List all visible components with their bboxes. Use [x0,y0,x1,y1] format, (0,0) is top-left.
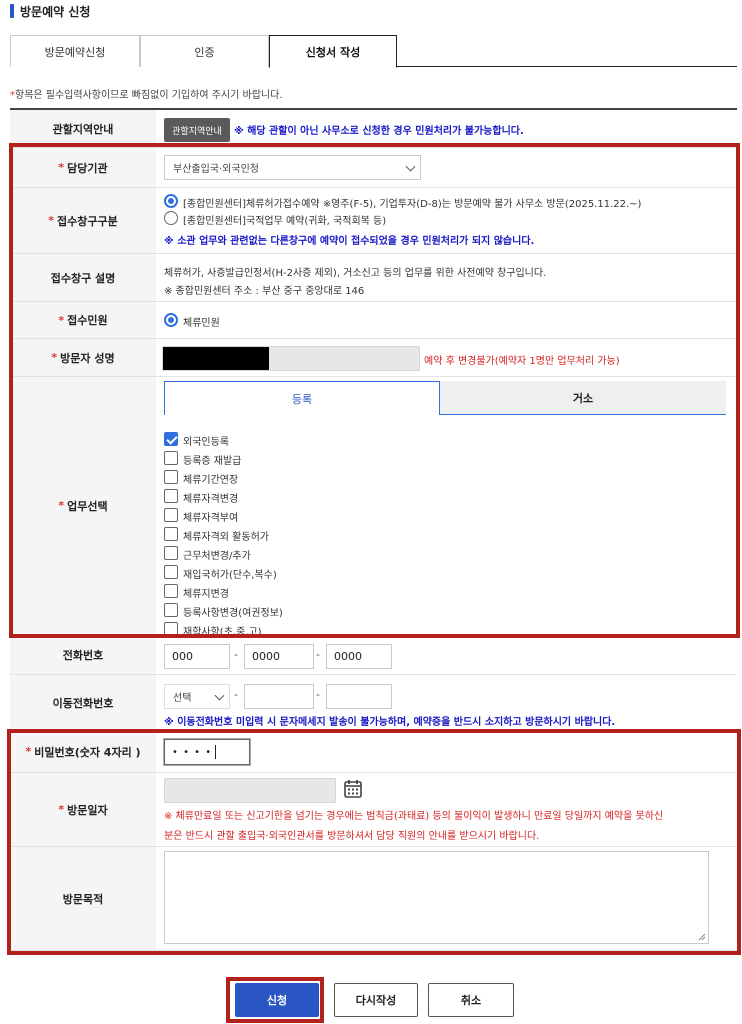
radio-window-residence[interactable] [164,194,178,208]
window-desc-line1: 체류허가, 사증발급인정서(H-2사증 제외), 거소신고 등의 업무를 위한 … [164,268,547,279]
phone-sep: - [234,648,238,661]
tab-auth[interactable]: 인증 [140,35,269,67]
tab-visit-reservation[interactable]: 방문예약신청 [10,35,140,67]
work-checkbox[interactable] [164,603,178,617]
rewrite-button[interactable]: 다시작성 [334,983,418,1017]
work-checkbox[interactable] [164,565,178,579]
mobile-prefix-select[interactable]: 선택 [164,684,230,709]
mobile-part2-input[interactable] [244,684,314,709]
label-jurisdiction: 관할지역안내 [10,110,156,147]
work-checkbox-label: 외국인등록 [183,437,229,448]
work-checkbox[interactable] [164,584,178,598]
row-window-type: * 접수창구구분 [종합민원센터]체류허가접수예약 ※영주(F-5), 기업투자(… [10,188,737,254]
page-title-text: 방문예약 신청 [20,4,91,19]
row-civil: * 접수민원 체류민원 [10,302,737,339]
label-agency: * 담당기관 [10,148,156,187]
radio-civil-residence-label: 체류민원 [183,318,220,329]
phone-part3-input[interactable]: 0000 [326,644,392,669]
window-type-note: ※ 소관 업무와 관련없는 다른창구에 예약이 접수되었을 경우 민원처리가 되… [164,236,535,247]
row-agency: * 담당기관 부산출입국·외국인청 [10,148,737,188]
password-input[interactable]: • • • • [164,739,250,765]
work-tab-residence[interactable]: 거소 [440,381,726,415]
label-password: * 비밀번호(숫자 4자리 ) [10,731,156,772]
visit-date-input[interactable] [164,778,336,803]
label-civil: * 접수민원 [10,302,156,338]
row-window-desc: 접수창구 설명 체류허가, 사증발급인정서(H-2사증 제외), 거소신고 등의… [10,254,737,302]
label-mobile: 이동전화번호 [10,675,156,730]
row-password: * 비밀번호(숫자 4자리 ) • • • • [10,731,737,773]
label-visitor-name: * 방문자 성명 [10,339,156,376]
visitor-name-input [162,346,420,371]
radio-civil-residence[interactable] [164,313,178,327]
redacted-name [163,347,269,370]
phone-part1-input[interactable]: 000 [164,644,230,669]
tab-application-form[interactable]: 신청서 작성 [269,35,397,68]
work-checkbox-label: 체류기간연장 [183,475,239,486]
mobile-sep: - [234,688,238,701]
submit-button[interactable]: 신청 [235,983,319,1017]
work-tab-registration[interactable]: 등록 [164,381,440,415]
visit-date-warning-line2: 분은 반드시 관할 출입국·외국인관서를 방문하셔서 담당 직원의 안내를 받으… [164,831,540,842]
purpose-textarea[interactable] [164,851,709,944]
work-checkbox-label: 등록사항변경(여권정보) [183,608,283,619]
cancel-button[interactable]: 취소 [428,983,514,1017]
work-checkbox[interactable] [164,508,178,522]
work-checkbox[interactable] [164,622,178,636]
work-checkbox-label: 체류지변경 [183,589,229,600]
label-window-desc: 접수창구 설명 [10,254,156,301]
mobile-sep: - [316,688,320,701]
work-checkbox[interactable] [164,527,178,541]
radio-window-residence-label: [종합민원센터]체류허가접수예약 ※영주(F-5), 기업투자(D-8)는 방문… [183,199,642,210]
label-purpose: 방문목적 [10,847,156,950]
row-jurisdiction: 관할지역안내 관할지역안내 ※ 해당 관할이 아닌 사무소로 신청한 경우 민원… [10,110,737,148]
work-checkbox[interactable] [164,432,178,446]
row-phone: 전화번호 000 - 0000 - 0000 [10,635,737,675]
chevron-down-icon [214,690,225,701]
work-checkbox-label: 체류자격변경 [183,494,239,505]
mobile-part3-input[interactable] [326,684,392,709]
window-desc-address: ※ 종합민원센터 주소 : 부산 중구 중앙대로 146 [164,286,365,297]
work-checkbox-label: 등록증 재발급 [183,456,242,467]
radio-window-nationality[interactable] [164,211,178,225]
required-notice: *항목은 필수입력사항이므로 빠짐없이 기입하여 주시기 바랍니다. [10,90,283,101]
work-checkbox[interactable] [164,546,178,560]
label-window-type: * 접수창구구분 [10,188,156,253]
row-visitor-name: * 방문자 성명 예약 후 변경불가(예약자 1명만 업무처리 가능) [10,339,737,377]
work-checkbox[interactable] [164,451,178,465]
work-checkbox[interactable] [164,470,178,484]
work-checkbox-label: 근무처변경/추가 [183,551,251,562]
row-work-select: * 업무선택 등록 거소 외국인등록 등록증 재발급 체류기간연장 체류자격변경 … [10,377,737,638]
work-checkbox-label: 체류자격외 활동허가 [183,532,269,543]
row-purpose: 방문목적 [10,847,737,951]
phone-sep: - [316,648,320,661]
row-visit-date: * 방문일자 ※ 체류만료일 또는 신고기한을 넘기는 경우에는 범칙금(과태료)… [10,773,737,847]
visit-date-warning-line1: ※ 체류만료일 또는 신고기한을 넘기는 경우에는 범칙금(과태료) 등의 불이… [164,811,664,822]
step-tabs: 방문예약신청 인증 신청서 작성 [10,35,737,68]
agency-select[interactable]: 부산출입국·외국인청 [164,155,421,180]
label-visit-date: * 방문일자 [10,773,156,846]
page-title: 방문예약 신청 [10,2,90,20]
mobile-note: ※ 이동전화번호 미입력 시 문자메세지 발송이 불가능하며, 예약증을 반드시… [164,717,616,728]
work-checkbox-label: 체류자격부여 [183,513,239,524]
row-mobile: 이동전화번호 선택 - - ※ 이동전화번호 미입력 시 문자메세지 발송이 불… [10,675,737,731]
work-checkbox[interactable] [164,489,178,503]
calendar-icon[interactable] [344,779,362,798]
label-work-select: * 업무선택 [10,377,156,634]
phone-part2-input[interactable]: 0000 [244,644,314,669]
resize-handle-icon[interactable] [698,933,706,941]
work-checkbox-label: 재입국허가(단수,복수) [183,570,277,581]
label-phone: 전화번호 [10,635,156,674]
application-form: 관할지역안내 관할지역안내 ※ 해당 관할이 아닌 사무소로 신청한 경우 민원… [10,108,737,951]
visitor-name-note: 예약 후 변경불가(예약자 1명만 업무처리 가능) [424,356,620,367]
text-cursor [215,745,217,759]
jurisdiction-info-button[interactable]: 관할지역안내 [164,118,230,142]
chevron-down-icon [405,161,416,172]
title-bar-icon [10,4,14,18]
jurisdiction-warning: ※ 해당 관할이 아닌 사무소로 신청한 경우 민원처리가 불가능합니다. [234,126,524,137]
radio-window-nationality-label: [종합민원센터]국적업무 예약(귀화, 국적회복 등) [183,216,387,227]
